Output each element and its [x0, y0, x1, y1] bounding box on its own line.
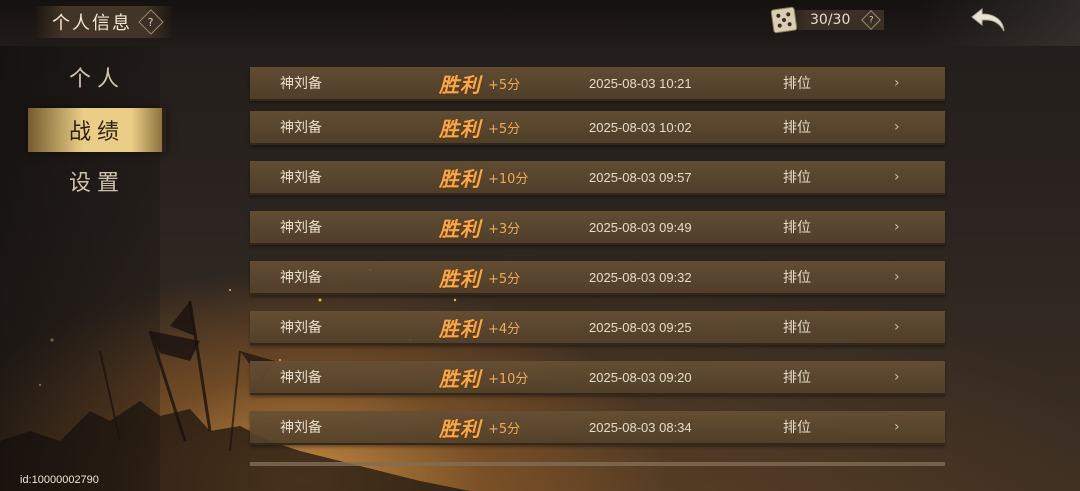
score-change: +5分 — [488, 421, 521, 437]
match-time: 2025-08-03 09:49 — [589, 219, 692, 235]
match-time: 2025-08-03 09:32 — [589, 269, 692, 285]
match-mode: 排位 — [783, 170, 811, 186]
match-result: 胜利 — [439, 316, 481, 341]
match-mode: 排位 — [783, 420, 811, 436]
top-bar: 个人信息 ? 30/30 ? — [0, 0, 1080, 46]
stamina-counter: 30/30 ? — [770, 6, 888, 34]
sidebar-item-settings[interactable]: 设置 — [28, 159, 166, 203]
score-change: +5分 — [488, 271, 521, 287]
sidebar: 个人 战绩 设置 — [0, 46, 166, 491]
general-name: 神刘备 — [280, 320, 322, 336]
back-button[interactable] — [968, 4, 1012, 36]
page-title: 个人信息 — [52, 13, 132, 34]
match-result: 胜利 — [439, 216, 481, 241]
match-result: 胜利 — [439, 72, 481, 97]
chevron-right-icon[interactable]: › — [894, 111, 900, 143]
score-change: +4分 — [488, 321, 521, 337]
chevron-right-icon[interactable]: › — [894, 161, 900, 193]
match-mode: 排位 — [783, 120, 811, 136]
chevron-right-icon[interactable]: › — [894, 311, 900, 343]
user-id: id:10000002790 — [20, 474, 99, 486]
score-change: +10分 — [488, 171, 529, 187]
match-time: 2025-08-03 08:34 — [589, 419, 692, 435]
match-time: 2025-08-03 09:20 — [589, 369, 692, 385]
general-name: 神刘备 — [280, 220, 322, 236]
record-row[interactable]: 神刘备 胜利 +4分 2025-08-03 09:25 排位 › — [250, 311, 945, 345]
match-result: 胜利 — [439, 416, 481, 441]
general-name: 神刘备 — [280, 120, 322, 136]
score-change: +10分 — [488, 371, 529, 387]
general-name: 神刘备 — [280, 420, 322, 436]
record-row[interactable]: 神刘备 胜利 +10分 2025-08-03 09:20 排位 › — [250, 361, 945, 395]
record-row[interactable]: 神刘备 胜利 +5分 2025-08-03 10:21 排位 › — [250, 67, 945, 101]
record-row[interactable]: 神刘备 胜利 +5分 2025-08-03 08:34 排位 › — [250, 411, 945, 445]
sidebar-item-records[interactable]: 战绩 — [28, 108, 166, 152]
stamina-value: 30/30 — [810, 12, 851, 28]
match-mode: 排位 — [783, 270, 811, 286]
sidebar-item-personal[interactable]: 个人 — [28, 55, 166, 99]
score-change: +3分 — [488, 221, 521, 237]
match-mode: 排位 — [783, 320, 811, 336]
chevron-right-icon[interactable]: › — [894, 67, 900, 99]
general-name: 神刘备 — [280, 370, 322, 386]
record-row[interactable]: 神刘备 胜利 +10分 2025-08-03 09:57 排位 › — [250, 161, 945, 195]
record-row[interactable]: 神刘备 胜利 +3分 2025-08-03 09:49 排位 › — [250, 211, 945, 245]
chevron-right-icon[interactable]: › — [894, 361, 900, 393]
title-help-icon[interactable]: ? — [138, 9, 164, 35]
general-name: 神刘备 — [280, 76, 322, 92]
match-time: 2025-08-03 10:02 — [589, 119, 692, 135]
match-result: 胜利 — [439, 366, 481, 391]
match-time: 2025-08-03 10:21 — [589, 75, 692, 91]
list-scroll-edge — [250, 462, 945, 466]
chevron-right-icon[interactable]: › — [894, 261, 900, 293]
score-change: +5分 — [488, 77, 521, 93]
match-result: 胜利 — [439, 266, 481, 291]
general-name: 神刘备 — [280, 170, 322, 186]
record-row[interactable]: 神刘备 胜利 +5分 2025-08-03 09:32 排位 › — [250, 261, 945, 295]
match-time: 2025-08-03 09:57 — [589, 169, 692, 185]
general-name: 神刘备 — [280, 270, 322, 286]
record-row[interactable]: 神刘备 胜利 +5分 2025-08-03 10:02 排位 › — [250, 111, 945, 145]
chevron-right-icon[interactable]: › — [894, 411, 900, 443]
back-arrow-icon — [971, 7, 1005, 32]
dice-icon — [770, 6, 798, 34]
chevron-right-icon[interactable]: › — [894, 211, 900, 243]
title-box: 个人信息 ? — [34, 6, 174, 38]
match-result: 胜利 — [439, 166, 481, 191]
match-mode: 排位 — [783, 220, 811, 236]
match-result: 胜利 — [439, 116, 481, 141]
match-time: 2025-08-03 09:25 — [589, 319, 692, 335]
score-change: +5分 — [488, 121, 521, 137]
match-mode: 排位 — [783, 370, 811, 386]
match-mode: 排位 — [783, 76, 811, 92]
